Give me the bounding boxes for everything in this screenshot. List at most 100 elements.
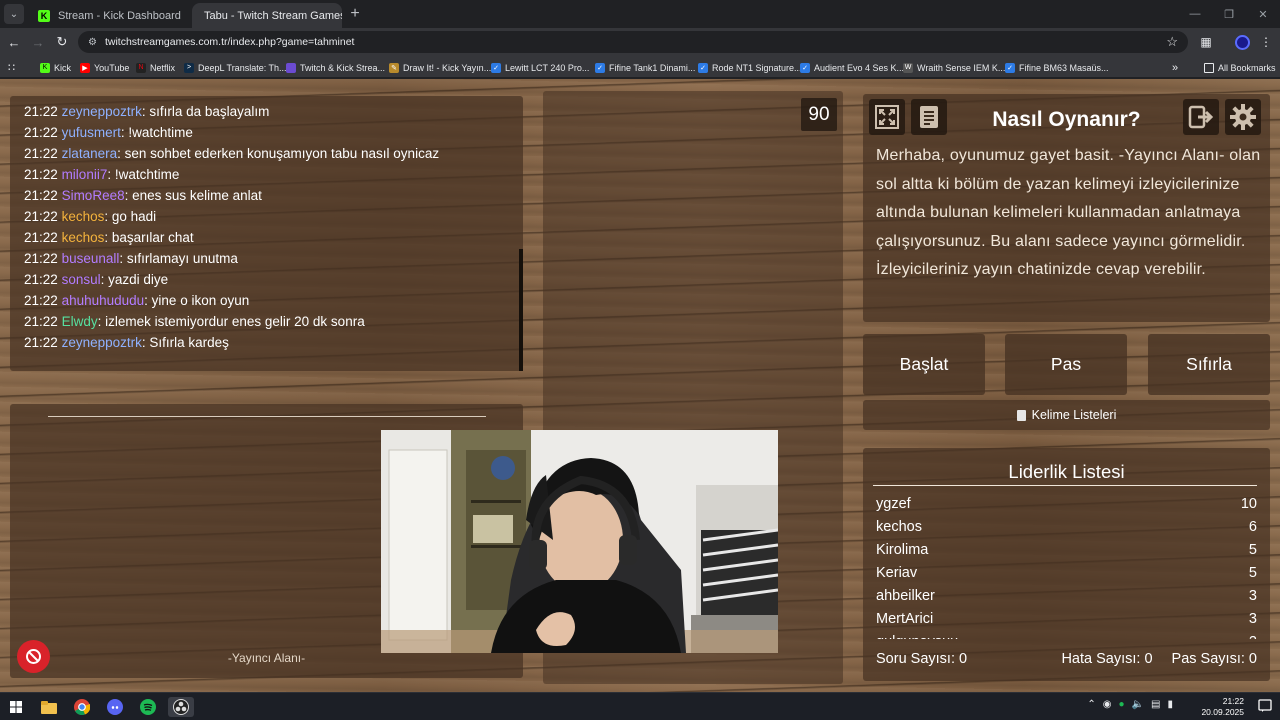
forward-icon[interactable]: → [28,32,48,52]
bookmark-netflix[interactable]: N Netflix [136,60,175,75]
volume-icon[interactable]: 🔈 [1132,699,1144,710]
chat-text: başarılar chat [111,230,194,245]
bookmark-drawit[interactable]: ✎ Draw It! - Kick Yayın... [389,60,491,75]
player-score: 10 [1240,496,1257,512]
settings-gear-icon[interactable] [1225,99,1261,135]
game-page: 21:22 zeyneppoztrk: sıfırla da başlayalı… [0,79,1280,692]
chat-username[interactable]: SimoRee8 [62,188,125,203]
chat-colon: : [144,293,152,308]
bookmark-youtube[interactable]: ▶ YouTube [80,60,129,75]
chat-scrollbar[interactable] [519,249,523,371]
bookmark-kick[interactable]: K Kick [40,60,71,75]
chat-username[interactable]: zlatanera [62,146,118,161]
chat-username[interactable]: milonii7 [62,167,108,182]
spotify-tray-icon[interactable]: ● [1119,699,1125,710]
pass-count-stat: Pas Sayısı: 0 [1171,651,1257,667]
leaderboard-row: ygzef 10 [876,493,1257,516]
chat-panel: 21:22 zeyneppoztrk: sıfırla da başlayalı… [10,96,523,371]
leaderboard-row: Keriav 5 [876,562,1257,585]
tab-title: Stream - Kick Dashboard [58,9,181,22]
spotify-icon[interactable] [137,697,159,717]
game-stats: Soru Sayısı: 0 Hata Sayısı: 0 Pas Sayısı… [876,651,1257,667]
question-count-stat: Soru Sayısı: 0 [876,651,968,667]
tray-overflow-icon[interactable]: ⌃ [1087,699,1095,710]
chat-username[interactable]: sonsul [62,272,101,287]
leaderboard-row: ahbeilker 3 [876,585,1257,608]
chrome-icon[interactable] [71,697,93,717]
chat-timestamp: 21:22 [24,209,58,224]
chat-message: 21:22 zlatanera: sen sohbet ederken konu… [24,143,509,164]
chat-username[interactable]: ahuhuhududu [62,293,145,308]
chat-username[interactable]: kechos [62,209,105,224]
obs-icon[interactable] [168,697,194,717]
bookmark-audient[interactable]: ✓ Audient Evo 4 Ses K... [800,60,904,75]
tab-search-icon[interactable]: ⌄ [4,4,24,24]
menu-icon[interactable]: ⋮ [1256,32,1276,52]
discord-icon[interactable] [104,697,126,717]
chat-username[interactable]: zeyneppoztrk [62,335,142,350]
extensions-icon[interactable]: ▦ [1196,32,1216,52]
reset-button[interactable]: Sıfırla [1148,334,1270,395]
check-icon: ✓ [491,62,501,73]
kick-icon: K [38,9,50,22]
leaderboard-divider [873,485,1257,486]
profile-avatar[interactable] [1232,32,1252,52]
leaderboard-row: gulgunoysuu 2 [876,631,1257,639]
streamer-area-divider [48,416,486,417]
bookmark-lewitt[interactable]: ✓ Lewitt LCT 240 Pro... [491,60,589,75]
bookmark-fifine-tank[interactable]: ✓ Fifine Tank1 Dinami... [595,60,695,75]
chat-timestamp: 21:22 [24,188,58,203]
chat-username[interactable]: Elwdy [62,314,98,329]
bookmark-wraith[interactable]: W Wraith Sense IEM K... [903,60,1005,75]
chat-message: 21:22 zeyneppoztrk: sıfırla da başlayalı… [24,101,509,122]
chat-username[interactable]: buseunall [62,251,120,266]
tab-kick-dashboard[interactable]: K Stream - Kick Dashboard ✕ [26,3,182,28]
deepl-icon: > [184,62,194,73]
apps-icon[interactable]: ∷ [8,60,15,75]
all-bookmarks-button[interactable]: All Bookmarks [1204,60,1276,75]
leaderboard-row: MertArici 3 [876,608,1257,631]
tab-strip: ⌄ K Stream - Kick Dashboard ✕ Tabu - Twi… [0,0,1280,28]
bookmark-deepl[interactable]: > DeepL Translate: Th... [184,60,287,75]
restore-icon[interactable]: ❐ [1212,0,1246,28]
word-lists-button[interactable]: Kelime Listeleri [863,400,1270,430]
logout-icon[interactable] [1183,99,1219,135]
chat-colon: : [119,251,127,266]
notification-icon[interactable] [1258,699,1272,713]
discord-tray-icon[interactable]: ◉ [1103,699,1112,710]
more-bookmarks-icon[interactable]: » [1172,60,1178,75]
minimize-icon[interactable]: — [1178,0,1212,28]
chat-message: 21:22 kechos: başarılar chat [24,227,509,248]
chat-username[interactable]: kechos [62,230,105,245]
chat-message: 21:22 buseunall: sıfırlamayı unutma [24,248,509,269]
block-icon[interactable] [17,640,50,673]
taskbar-clock[interactable]: 21:22 20.09.2025 [1201,696,1244,718]
chat-colon: : [107,167,115,182]
chat-username[interactable]: zeyneppoztrk [62,104,142,119]
chat-username[interactable]: yufusmert [62,125,121,140]
back-icon[interactable]: ← [4,32,24,52]
bookmark-fifine-bm63[interactable]: ✓ Fifine BM63 Masaüs... [1005,60,1109,75]
chat-colon: : [124,188,133,203]
network-icon[interactable]: ▤ [1151,699,1160,710]
bookmark-star-icon[interactable]: ☆ [1166,34,1178,50]
close-window-icon[interactable]: ✕ [1246,0,1280,28]
chat-text: sıfırlamayı unutma [126,251,238,266]
check-icon: ✓ [800,62,810,73]
chat-timestamp: 21:22 [24,314,58,329]
battery-icon[interactable]: ▮ [1167,699,1173,710]
new-tab-icon[interactable]: + [346,5,364,23]
reload-icon[interactable]: ↻ [52,32,72,52]
kick-icon: K [40,62,50,73]
tab-tabu-game[interactable]: Tabu - Twitch Stream Games ✕ [192,3,342,28]
bookmark-twitch-kick[interactable]: Twitch & Kick Strea... [286,60,385,75]
pass-button[interactable]: Pas [1005,334,1127,395]
start-button[interactable]: Başlat [863,334,985,395]
bookmark-rode[interactable]: ✓ Rode NT1 Signature... [698,60,802,75]
file-explorer-icon[interactable] [38,697,60,717]
windows-start-icon[interactable] [5,697,27,717]
site-info-icon[interactable]: ⚙ [88,37,97,48]
address-bar[interactable]: ⚙ twitchstreamgames.com.tr/index.php?gam… [78,31,1188,53]
player-score: 5 [1248,565,1257,581]
chat-text: sıfırla da başlayalım [149,104,270,119]
